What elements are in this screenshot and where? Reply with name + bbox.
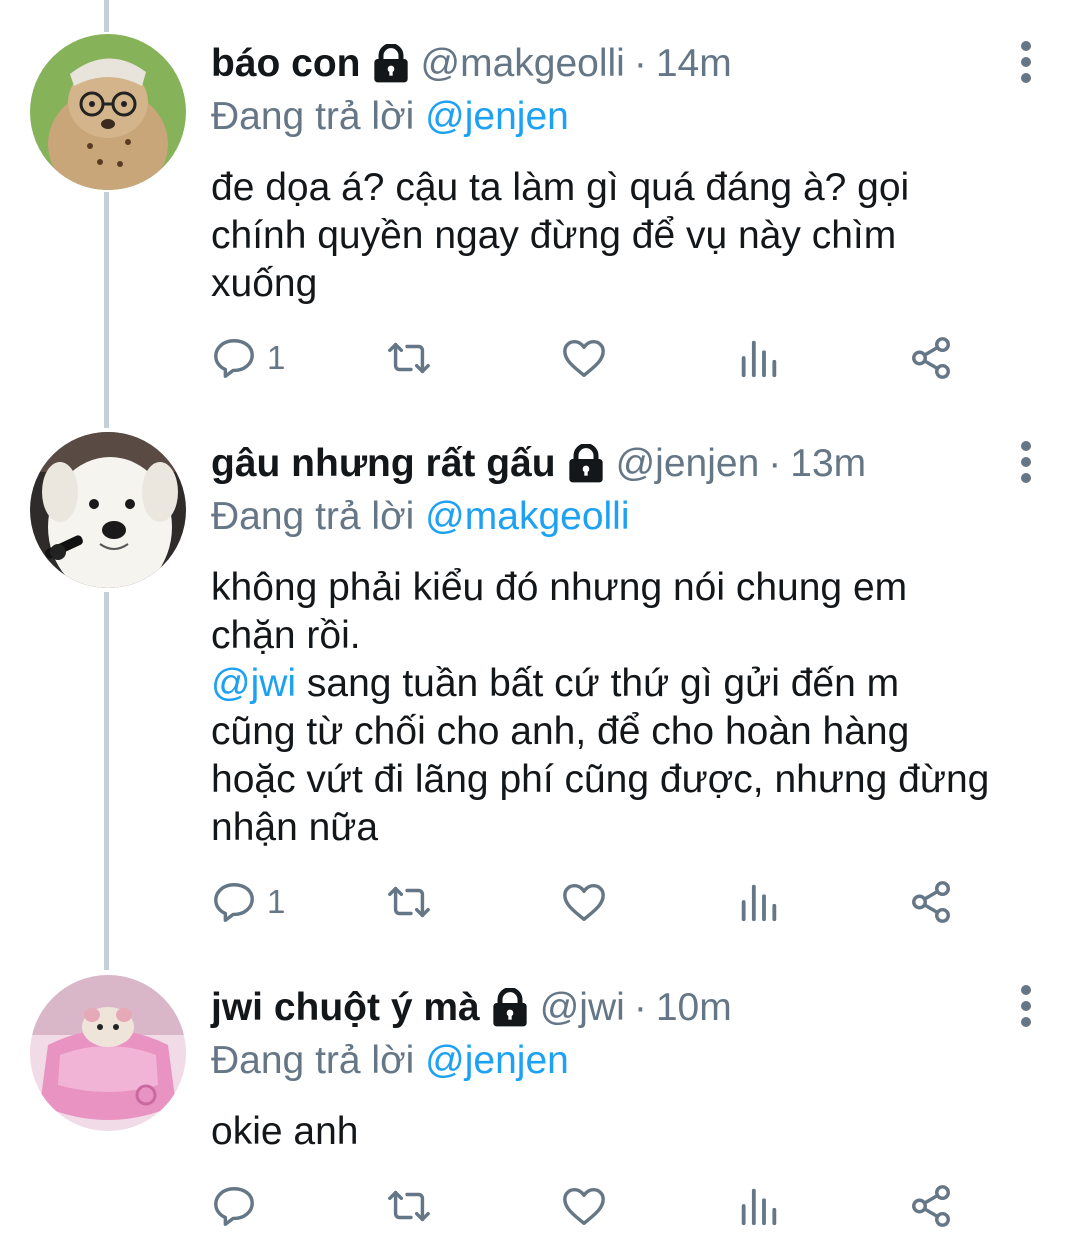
- analytics-button[interactable]: [736, 330, 782, 386]
- share-icon: [912, 881, 950, 923]
- tweet-text-line: đe dọa á? cậu ta làm gì quá đáng à? gọi: [211, 166, 910, 209]
- tweet-text-segment: sang tuần bất cứ thứ gì gửi đến m: [296, 662, 900, 705]
- reply-button[interactable]: 1: [211, 330, 285, 386]
- tweet-text: okie anh: [211, 1108, 1040, 1156]
- timestamp[interactable]: 10m: [656, 980, 732, 1036]
- tweet[interactable]: jwi chuột ý mà @jwi · 10m Đang trả lời @…: [0, 970, 1080, 1250]
- display-name[interactable]: gâu nhưng rất gấu: [211, 436, 556, 492]
- replying-mention[interactable]: @jenjen: [425, 95, 569, 138]
- action-bar: 1: [211, 330, 971, 386]
- tweet-text-line: xuống: [211, 262, 318, 305]
- handle[interactable]: @makgeolli: [421, 36, 625, 92]
- like-button[interactable]: [561, 1178, 607, 1234]
- avatar-image: [30, 432, 186, 588]
- mention-link[interactable]: @jwi: [211, 662, 296, 705]
- share-button[interactable]: [908, 330, 954, 386]
- replying-mention[interactable]: @makgeolli: [425, 495, 629, 538]
- tweet-text-line: cũng từ chối cho anh, để cho hoàn hàng: [211, 710, 910, 753]
- tweet-text-line: chặn rồi.: [211, 614, 361, 657]
- timestamp[interactable]: 14m: [656, 36, 732, 92]
- heart-icon: [563, 883, 605, 921]
- retweet-icon: [388, 1190, 430, 1222]
- tweet[interactable]: báo con @makgeolli · 14m Đang trả lời @j…: [0, 0, 1080, 420]
- heart-icon: [563, 1187, 605, 1225]
- lock-icon: [373, 44, 408, 83]
- share-icon: [912, 1185, 950, 1227]
- separator: ·: [633, 986, 647, 1029]
- avatar[interactable]: [30, 975, 186, 1131]
- lock-icon: [493, 988, 527, 1027]
- tweet-text-line: nhận nữa: [211, 806, 379, 849]
- replying-mention[interactable]: @jenjen: [425, 1039, 569, 1082]
- tweet-text-line: hoặc vứt đi lãng phí cũng được, nhưng đừ…: [211, 758, 990, 801]
- tweet-text: không phải kiểu đó nhưng nói chung em ch…: [211, 564, 1040, 852]
- analytics-icon: [741, 1188, 777, 1226]
- replying-prefix: Đang trả lời: [211, 1039, 415, 1082]
- reply-count: 1: [267, 339, 286, 376]
- analytics-button[interactable]: [736, 874, 782, 930]
- more-vertical-icon[interactable]: [1020, 984, 1032, 1028]
- tweet-header: báo con @makgeolli · 14m: [211, 36, 1040, 92]
- avatar[interactable]: [30, 34, 186, 190]
- retweet-icon: [388, 342, 430, 374]
- tweet-text-line: @jwi sang tuần bất cứ thứ gì gửi đến m: [211, 660, 1040, 708]
- retweet-button[interactable]: [386, 874, 432, 930]
- tweet-text: đe dọa á? cậu ta làm gì quá đáng à? gọi …: [211, 164, 1040, 308]
- share-button[interactable]: [908, 874, 954, 930]
- analytics-icon: [741, 884, 777, 922]
- retweet-icon: [388, 886, 430, 918]
- handle[interactable]: @jenjen: [616, 436, 760, 492]
- avatar[interactable]: [30, 432, 186, 588]
- replying-to: Đang trả lời @makgeolli: [211, 492, 1040, 542]
- tweet[interactable]: gâu nhưng rất gấu @jenjen · 13m Đang trả…: [0, 420, 1080, 970]
- like-button[interactable]: [561, 874, 607, 930]
- replying-prefix: Đang trả lời: [211, 95, 415, 138]
- action-bar: [211, 1178, 971, 1234]
- reply-icon: [214, 1187, 254, 1226]
- replying-to: Đang trả lời @jenjen: [211, 92, 1040, 142]
- more-vertical-icon[interactable]: [1020, 440, 1032, 484]
- lock-icon: [568, 444, 603, 483]
- tweet-text-line: chính quyền ngay đừng để vụ này chìm: [211, 214, 897, 257]
- tweet-text-line: okie anh: [211, 1110, 359, 1153]
- avatar-image: [30, 975, 186, 1131]
- share-button[interactable]: [908, 1178, 954, 1234]
- handle[interactable]: @jwi: [540, 980, 625, 1036]
- timestamp[interactable]: 13m: [790, 436, 866, 492]
- share-icon: [912, 337, 950, 379]
- separator: ·: [768, 442, 782, 485]
- retweet-button[interactable]: [386, 330, 432, 386]
- tweet-header: jwi chuột ý mà @jwi · 10m: [211, 980, 1040, 1036]
- reply-count: 1: [267, 883, 286, 920]
- display-name[interactable]: báo con: [211, 36, 361, 92]
- reply-icon: [214, 339, 254, 378]
- retweet-button[interactable]: [386, 1178, 432, 1234]
- action-bar: 1: [211, 874, 971, 930]
- analytics-button[interactable]: [736, 1178, 782, 1234]
- replying-prefix: Đang trả lời: [211, 495, 415, 538]
- reply-icon: [214, 883, 254, 922]
- replying-to: Đang trả lời @jenjen: [211, 1036, 1040, 1086]
- analytics-icon: [741, 340, 777, 378]
- tweet-text-line: không phải kiểu đó nhưng nói chung em: [211, 566, 908, 609]
- heart-icon: [563, 339, 605, 377]
- reply-button[interactable]: 1: [211, 874, 285, 930]
- like-button[interactable]: [561, 330, 607, 386]
- avatar-image: [30, 34, 186, 190]
- tweet-header: gâu nhưng rất gấu @jenjen · 13m: [211, 436, 1040, 492]
- separator: ·: [633, 42, 647, 85]
- reply-button[interactable]: [211, 1178, 267, 1234]
- display-name[interactable]: jwi chuột ý mà: [211, 980, 480, 1036]
- more-vertical-icon[interactable]: [1020, 40, 1032, 84]
